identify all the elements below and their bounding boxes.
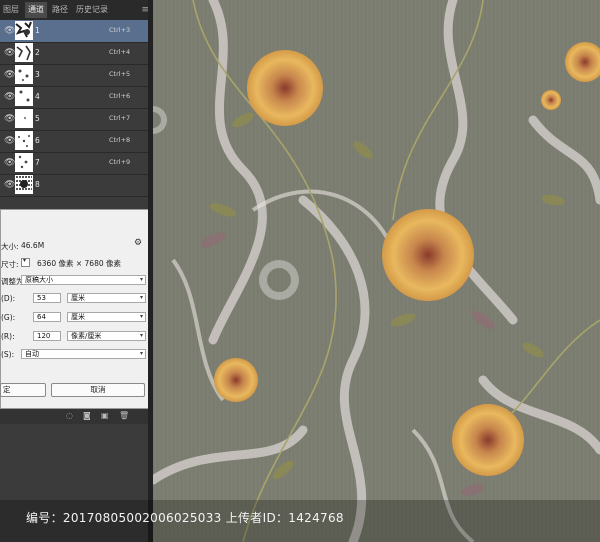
channel-name: 8	[35, 180, 40, 189]
cancel-button[interactable]: 取消	[51, 383, 145, 397]
width-label: (D):	[1, 294, 16, 303]
channel-thumbnail	[15, 21, 33, 40]
dimensions-label: 尺寸:	[1, 260, 19, 269]
channel-name: 4	[35, 92, 40, 101]
chevron-down-icon: ▾	[139, 294, 143, 301]
image-size-dialog: 大小: 46.6M ⚙ 尺寸: ▾ 6360 像素 × 7680 像素 调整为:…	[0, 209, 152, 409]
channel-shortcut: Ctrl+6	[109, 92, 131, 100]
channel-thumbnail	[15, 131, 33, 150]
visibility-eye-icon[interactable]: 👁	[4, 136, 15, 146]
channel-thumbnail	[15, 87, 33, 106]
visibility-eye-icon[interactable]: 👁	[4, 26, 15, 36]
channel-row[interactable]: 👁 2 Ctrl+4	[0, 42, 153, 65]
channel-shortcut: Ctrl+4	[109, 48, 131, 56]
visibility-eye-icon[interactable]: 👁	[4, 70, 15, 80]
visibility-eye-icon[interactable]: 👁	[4, 158, 15, 168]
panel-tabs: 图层 通道 路径 历史记录 ≡	[0, 0, 153, 21]
channel-row[interactable]: 👁 6 Ctrl+8	[0, 130, 153, 153]
channel-thumbnail	[15, 153, 33, 172]
visibility-eye-icon[interactable]: 👁	[4, 92, 15, 102]
channel-name: 6	[35, 136, 40, 145]
panel-bottom-toolbar: ◌ ◙ ▣ 🗑	[0, 408, 153, 424]
channel-shortcut: Ctrl+7	[109, 114, 131, 122]
tab-channels[interactable]: 通道	[25, 2, 47, 18]
tab-layers[interactable]: 图层	[3, 4, 19, 15]
channel-name: 1	[35, 26, 40, 35]
visibility-eye-icon[interactable]: 👁	[4, 114, 15, 124]
width-unit-select[interactable]: 厘米 ▾	[67, 293, 146, 303]
load-selection-icon[interactable]: ◌	[66, 411, 73, 420]
chevron-down-icon: ▾	[23, 257, 27, 264]
visibility-eye-icon[interactable]: 👁	[4, 180, 15, 190]
fit-to-select[interactable]: 原稿大小 ▾	[21, 275, 146, 285]
width-unit-value: 厘米	[71, 294, 85, 302]
size-value: 46.6M	[21, 241, 45, 250]
channel-thumbnail	[15, 109, 33, 128]
channel-row[interactable]: 👁 5 Ctrl+7	[0, 108, 153, 131]
floral-wallpaper-image	[153, 0, 600, 542]
channel-thumbnail	[15, 43, 33, 62]
resolution-label: (R):	[1, 332, 15, 341]
delete-channel-icon[interactable]: 🗑	[119, 411, 129, 420]
channel-shortcut: Ctrl+8	[109, 136, 131, 144]
fit-to-value: 原稿大小	[25, 276, 53, 284]
ok-button[interactable]: 定	[0, 383, 46, 397]
document-canvas[interactable]	[153, 0, 600, 542]
chevron-down-icon: ▾	[139, 332, 143, 339]
height-input[interactable]: 64	[33, 312, 61, 322]
resample-value: 自动	[25, 350, 39, 358]
resample-select[interactable]: 自动 ▾	[21, 349, 146, 359]
channel-row[interactable]: 👁 1 Ctrl+3	[0, 20, 153, 43]
channel-shortcut: Ctrl+5	[109, 70, 131, 78]
channel-name: 7	[35, 158, 40, 167]
resample-label: (S):	[1, 350, 15, 359]
chevron-down-icon: ▾	[139, 313, 143, 320]
channel-row[interactable]: 👁 3 Ctrl+5	[0, 64, 153, 87]
new-channel-icon[interactable]: ▣	[101, 411, 109, 420]
channel-name: 5	[35, 114, 40, 123]
tab-history[interactable]: 历史记录	[76, 4, 108, 15]
channel-shortcut: Ctrl+9	[109, 158, 131, 166]
gear-icon[interactable]: ⚙	[134, 238, 142, 248]
height-label: (G):	[1, 313, 16, 322]
watermark-text: 编号：20170805002006025033 上传者ID：1424768	[26, 511, 344, 525]
dimensions-dropdown-button[interactable]: ▾	[21, 257, 30, 267]
channel-row[interactable]: 👁 7 Ctrl+9	[0, 152, 153, 175]
resolution-unit-select[interactable]: 像素/厘米 ▾	[67, 331, 146, 341]
channel-thumbnail	[15, 65, 33, 84]
dimensions-value: 6360 像素 × 7680 像素	[37, 259, 121, 268]
tab-paths[interactable]: 路径	[52, 4, 68, 15]
width-input[interactable]: 53	[33, 293, 61, 303]
resolution-unit-value: 像素/厘米	[71, 332, 102, 340]
resolution-input[interactable]: 120	[33, 331, 61, 341]
save-selection-icon[interactable]: ◙	[83, 411, 91, 420]
visibility-eye-icon[interactable]: 👁	[4, 48, 15, 58]
chevron-down-icon: ▾	[139, 350, 143, 357]
channel-row[interactable]: 👁 4 Ctrl+6	[0, 86, 153, 109]
channel-shortcut: Ctrl+3	[109, 26, 131, 34]
channel-thumbnail	[15, 175, 33, 194]
channel-name: 3	[35, 70, 40, 79]
channel-row[interactable]: 👁 8	[0, 174, 153, 197]
height-unit-value: 厘米	[71, 313, 85, 321]
height-unit-select[interactable]: 厘米 ▾	[67, 312, 146, 322]
size-label: 大小:	[1, 242, 19, 251]
chevron-down-icon: ▾	[139, 276, 143, 283]
channel-name: 2	[35, 48, 40, 57]
